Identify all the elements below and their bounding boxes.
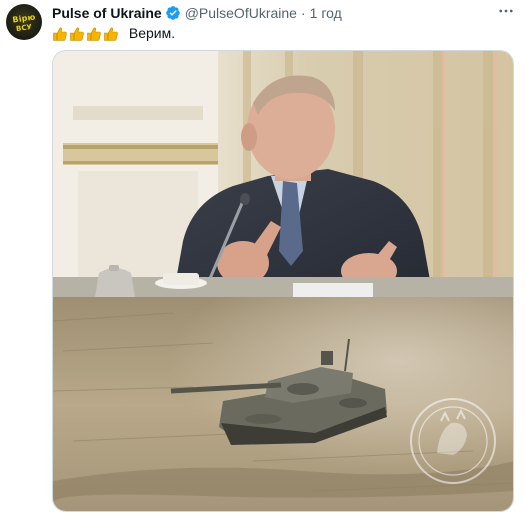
tweet-media[interactable] <box>52 50 514 512</box>
verified-badge-icon <box>165 5 181 21</box>
tweet-header: Pulse of Ukraine @PulseOfUkraine · 1 год <box>52 4 342 22</box>
thumbs-up-icon <box>52 26 68 42</box>
tweet-text: Верим. <box>52 24 175 42</box>
media-image <box>53 51 513 511</box>
tweet-card: Вірю ВСУ Pulse of Ukraine @PulseOfUkrain… <box>0 0 526 520</box>
timestamp[interactable]: 1 год <box>310 5 342 21</box>
emoji-row <box>52 26 119 42</box>
thumbs-up-icon <box>86 26 102 42</box>
top-photo <box>53 51 513 297</box>
user-handle[interactable]: @PulseOfUkraine <box>185 5 297 21</box>
thumbs-up-icon <box>69 26 85 42</box>
more-horizontal-icon[interactable] <box>496 2 516 20</box>
bottom-photo <box>53 297 513 511</box>
avatar[interactable]: Вірю ВСУ <box>6 4 42 40</box>
separator-dot: · <box>300 5 306 21</box>
thumbs-up-icon <box>103 26 119 42</box>
tweet-body-text: Верим. <box>128 25 176 41</box>
display-name[interactable]: Pulse of Ukraine <box>52 5 162 21</box>
